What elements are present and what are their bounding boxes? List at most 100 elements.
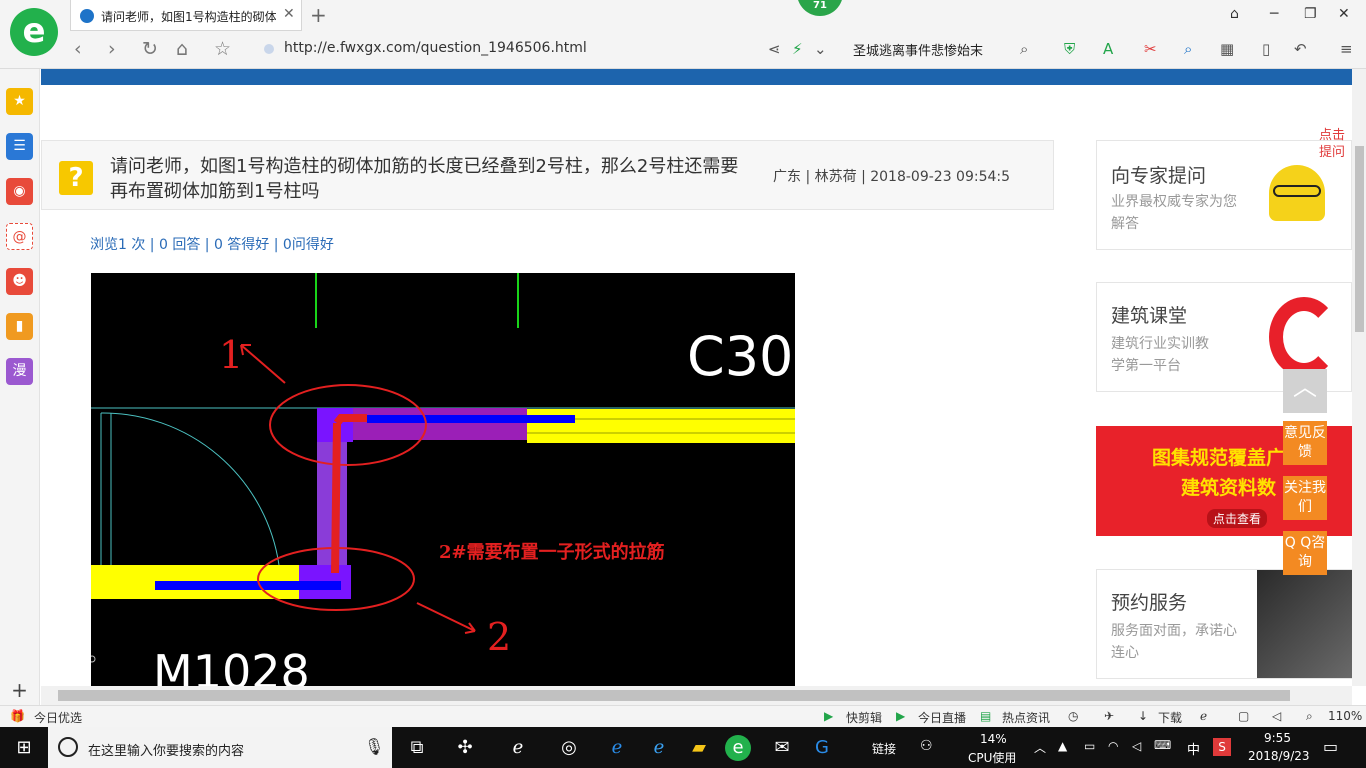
sound-icon[interactable]: ◁: [1272, 709, 1281, 723]
feedback-button[interactable]: 意见反馈: [1283, 421, 1327, 465]
vertical-scroll-thumb[interactable]: [1355, 146, 1364, 332]
mail-app-icon[interactable]: ✉: [769, 735, 795, 761]
bookmark-star-icon[interactable]: ☆: [214, 38, 231, 60]
weibo-icon[interactable]: ◉: [6, 178, 33, 205]
close-window-icon[interactable]: ✕: [1338, 6, 1350, 22]
search-icon[interactable]: ⌕: [1020, 40, 1028, 58]
screenshot-icon[interactable]: ✂: [1144, 40, 1157, 58]
maximize-icon[interactable]: ❐: [1304, 6, 1317, 22]
status-download[interactable]: 下载: [1158, 709, 1182, 726]
start-icon[interactable]: ⊞: [11, 735, 37, 761]
sogou-icon[interactable]: S: [1213, 738, 1231, 756]
app-fan-icon[interactable]: ✣: [452, 735, 478, 761]
speed-mode-icon[interactable]: ⚡: [792, 40, 803, 58]
gift-icon[interactable]: 🎁: [10, 709, 25, 723]
service-card[interactable]: 预约服务 服务面对面，承诺心连心: [1096, 569, 1352, 679]
game-icon[interactable]: ☻: [6, 268, 33, 295]
volume-icon[interactable]: ◁: [1132, 739, 1141, 753]
ask-bubble[interactable]: 点击提问: [1319, 127, 1352, 161]
browser-chrome: e 请问老师，如图1号构造柱的砌体 ✕ + 71 ⌂ ─ ❐ ✕ ‹ › ↻ ⌂…: [0, 0, 1366, 69]
keyboard-icon[interactable]: ⌨: [1154, 738, 1171, 752]
status-kuaijianji[interactable]: 快剪辑: [846, 709, 882, 726]
menu-icon[interactable]: ≡: [1340, 40, 1353, 58]
task-view-icon[interactable]: ⧉: [404, 735, 430, 761]
tray-notify-icon[interactable]: ▲: [1058, 739, 1067, 753]
window-icon[interactable]: ▢: [1238, 709, 1249, 723]
banner-button[interactable]: 点击查看: [1207, 509, 1268, 528]
share-icon[interactable]: ⋖: [768, 40, 781, 58]
clip-icon[interactable]: ▶: [824, 709, 833, 723]
taskbar-search[interactable]: 在这里输入你要搜索的内容 🎙: [48, 727, 392, 768]
browser-logo-icon[interactable]: e: [10, 8, 58, 56]
question-icon: ?: [59, 161, 93, 195]
active-browser-icon[interactable]: e: [725, 735, 751, 761]
app-g-icon[interactable]: G: [809, 735, 835, 761]
ie-mode-icon[interactable]: ℯ: [1200, 709, 1207, 723]
home-icon[interactable]: ⌂: [176, 38, 188, 60]
favorites-icon[interactable]: ★: [6, 88, 33, 115]
follow-button[interactable]: 关注我们: [1283, 476, 1327, 520]
class-logo-icon: [1269, 297, 1339, 377]
live-icon[interactable]: ▶: [896, 709, 905, 723]
undo-icon[interactable]: ↶: [1294, 40, 1307, 58]
tray-expand-icon[interactable]: ︿: [1034, 739, 1046, 756]
taskbar-search-placeholder: 在这里输入你要搜索的内容: [88, 744, 245, 759]
horizontal-scrollbar[interactable]: [41, 686, 1352, 705]
address-bar[interactable]: http://e.fwxgx.com/question_1946506.html: [284, 40, 587, 56]
wifi-icon[interactable]: ◠: [1108, 739, 1118, 753]
status-today-picks[interactable]: 今日优选: [34, 709, 82, 726]
news-feed-icon[interactable]: ▤: [980, 709, 991, 723]
reading-mode-icon[interactable]: ▯: [1262, 40, 1270, 58]
mic-icon[interactable]: 🎙: [364, 737, 384, 756]
edge-icon[interactable]: ℯ: [604, 735, 630, 761]
ask-expert-title: 向专家提问: [1111, 165, 1207, 187]
back-to-top-icon[interactable]: ︿: [1283, 369, 1327, 413]
file-explorer-icon[interactable]: ▰: [686, 735, 712, 761]
security-icon[interactable]: ⛨: [1064, 40, 1075, 58]
app-e-browser-icon[interactable]: ℯ: [505, 735, 531, 761]
comic-icon[interactable]: 漫: [6, 358, 33, 385]
action-center-icon[interactable]: ▭: [1323, 737, 1338, 756]
site-header-bar: [41, 69, 1352, 85]
translate-icon[interactable]: A: [1103, 40, 1113, 58]
tab-close-icon[interactable]: ✕: [283, 6, 295, 22]
mail-icon[interactable]: @: [6, 223, 33, 250]
search-input[interactable]: 圣城逃离事件悲惨始末: [853, 40, 1013, 59]
ie-icon[interactable]: ℯ: [646, 735, 672, 761]
horizontal-scroll-thumb[interactable]: [58, 690, 1290, 701]
news-icon[interactable]: ☰: [6, 133, 33, 160]
new-tab-icon[interactable]: +: [310, 3, 327, 27]
drawing-text-m: M1028: [153, 645, 310, 686]
dropdown-icon[interactable]: ⌄: [814, 40, 827, 58]
add-icon[interactable]: +: [6, 677, 33, 704]
status-live[interactable]: 今日直播: [918, 709, 966, 726]
taskbar-link-label[interactable]: 链接: [872, 740, 896, 757]
status-news[interactable]: 热点资讯: [1002, 709, 1050, 726]
app-chat-icon[interactable]: ◎: [556, 735, 582, 761]
refresh-icon[interactable]: ↻: [142, 38, 158, 60]
cpu-label: CPU使用: [968, 751, 1017, 765]
pin-icon[interactable]: ✈: [1104, 709, 1114, 723]
battery-icon[interactable]: ▭: [1084, 739, 1095, 753]
skin-icon[interactable]: ⌂: [1230, 6, 1239, 22]
find-icon[interactable]: ⌕: [1184, 40, 1192, 58]
minimize-icon[interactable]: ─: [1270, 6, 1278, 22]
zoom-level[interactable]: 110%: [1328, 709, 1362, 723]
tab-active[interactable]: 请问老师，如图1号构造柱的砌体 ✕: [70, 0, 302, 31]
forward-icon[interactable]: ›: [108, 38, 116, 60]
ask-expert-card[interactable]: 向专家提问 业界最权威专家为您解答 点击提问: [1096, 128, 1352, 250]
vertical-scrollbar[interactable]: [1352, 69, 1366, 686]
clock-time[interactable]: 9:55: [1264, 731, 1291, 745]
ime-indicator[interactable]: 中: [1187, 739, 1200, 758]
novel-icon[interactable]: ▮: [6, 313, 33, 340]
site-info-icon[interactable]: [264, 44, 274, 54]
clock-date[interactable]: 2018/9/23: [1248, 749, 1310, 763]
notification-badge[interactable]: 71: [797, 0, 843, 16]
apps-icon[interactable]: ▦: [1220, 40, 1234, 58]
zoom-icon[interactable]: ⌕: [1306, 709, 1313, 724]
accelerate-icon[interactable]: ◷: [1068, 709, 1078, 723]
people-icon[interactable]: ⚇: [920, 738, 933, 754]
back-icon[interactable]: ‹: [74, 38, 82, 60]
qq-button[interactable]: Q Q咨询: [1283, 531, 1327, 575]
download-icon[interactable]: ↓: [1138, 709, 1148, 723]
